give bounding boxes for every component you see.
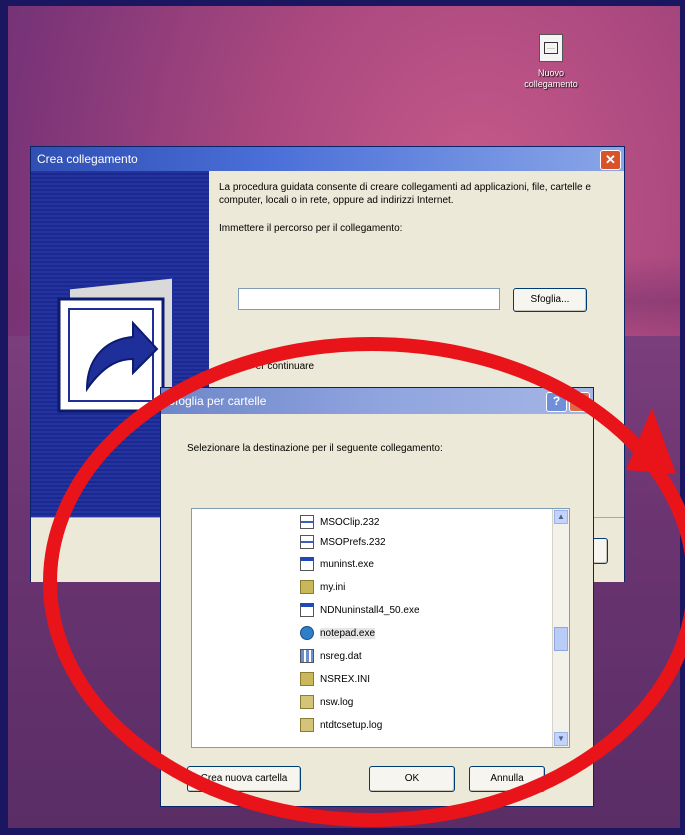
desktop-shortcut-label-2: collegamento <box>524 79 578 89</box>
wizard-title: Crea collegamento <box>37 152 138 166</box>
browse-button[interactable]: Sfoglia... <box>513 288 587 312</box>
tree-item-msoprefs[interactable]: MSOPrefs.232 <box>300 533 386 553</box>
scroll-down-icon[interactable]: ▼ <box>554 732 568 746</box>
help-button[interactable]: ? <box>546 392 567 412</box>
tree-item-msoclip[interactable]: MSOClip.232 <box>300 513 379 533</box>
tree-item-label: NSREX.INI <box>320 674 371 685</box>
log-file-icon <box>300 718 314 733</box>
tree-item-label: nsreg.dat <box>320 651 362 662</box>
tree-item-label: muninst.exe <box>320 559 374 570</box>
tree-item-label: nsw.log <box>320 697 354 708</box>
tree-item-nsreg[interactable]: nsreg.dat <box>300 647 362 667</box>
tree-item-label: NDNuninstall4_50.exe <box>320 605 420 616</box>
continue-text: Per continuare <box>249 361 315 372</box>
browse-title: Sfoglia per cartelle <box>167 394 267 408</box>
tree-item-label: my.ini <box>320 582 346 593</box>
tree-item-my-ini[interactable]: my.ini <box>300 578 345 598</box>
browse-close-button[interactable]: ✕ <box>569 392 590 412</box>
wizard-content: La procedura guidata consente di creare … <box>219 177 609 240</box>
tree-item-label: notepad.exe <box>320 628 376 639</box>
wizard-partially-hidden-button[interactable] <box>592 538 608 564</box>
tree-item-label: ntdtcsetup.log <box>320 720 383 731</box>
exe-icon <box>300 557 314 572</box>
desktop-shortcut-label-1: Nuovo <box>537 68 564 78</box>
browse-titlebar[interactable]: Sfoglia per cartelle ? ✕ <box>161 388 593 414</box>
tree-item-label: MSOPrefs.232 <box>320 537 386 548</box>
new-shortcut-icon[interactable] <box>539 34 563 62</box>
tree-item-label: MSOClip.232 <box>320 517 380 528</box>
tree-item-ntdtcsetup[interactable]: ntdtcsetup.log <box>300 716 382 736</box>
notepad-icon <box>300 626 314 641</box>
shortcut-path-input[interactable] <box>238 288 500 310</box>
wizard-titlebar[interactable]: Crea collegamento ✕ <box>31 147 624 171</box>
data-file-icon <box>300 649 314 664</box>
path-prompt: Immettere il percorso per il collegament… <box>219 223 403 234</box>
wizard-close-button[interactable]: ✕ <box>600 150 621 170</box>
tree-item-nsrex[interactable]: NSREX.INI <box>300 670 370 690</box>
tree-item-notepad[interactable]: notepad.exe <box>300 624 376 644</box>
ok-button[interactable]: OK <box>369 766 455 792</box>
desktop-shortcut[interactable]: Nuovo collegamento <box>506 34 596 90</box>
file-icon <box>300 515 314 530</box>
settings-file-icon <box>300 672 314 687</box>
scroll-up-icon[interactable]: ▲ <box>554 510 568 524</box>
exe-icon <box>300 603 314 618</box>
wizard-description: La procedura guidata consente di creare … <box>219 182 591 206</box>
file-icon <box>300 535 314 550</box>
tree-scrollbar[interactable]: ▲ ▼ <box>552 509 569 747</box>
tree-item-ndnuninstall[interactable]: NDNuninstall4_50.exe <box>300 601 420 621</box>
scroll-thumb[interactable] <box>554 627 568 651</box>
folder-tree[interactable]: MSOClip.232 MSOPrefs.232 muninst.exe my.… <box>191 508 570 748</box>
cancel-button[interactable]: Annulla <box>469 766 545 792</box>
settings-file-icon <box>300 580 314 595</box>
browse-for-folder-dialog: Sfoglia per cartelle ? ✕ Selezionare la … <box>160 387 594 807</box>
tree-item-nsw-log[interactable]: nsw.log <box>300 693 353 713</box>
log-file-icon <box>300 695 314 710</box>
new-folder-button[interactable]: Crea nuova cartella <box>187 766 301 792</box>
browse-instruction: Selezionare la destinazione per il segue… <box>187 443 443 454</box>
tree-item-muninst[interactable]: muninst.exe <box>300 555 374 575</box>
